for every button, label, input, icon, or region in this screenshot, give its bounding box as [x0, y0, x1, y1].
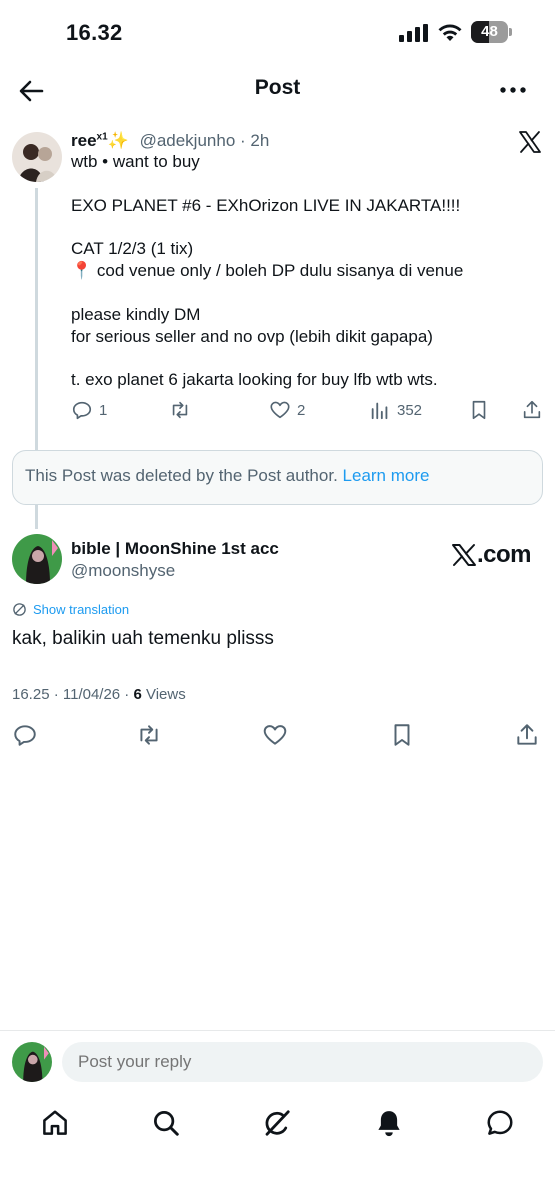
- view-count: 352: [397, 401, 423, 419]
- post-time[interactable]: 2h: [250, 131, 269, 150]
- reply-input[interactable]: [62, 1042, 543, 1082]
- reply-icon: [72, 401, 92, 420]
- post-text-line: wtb • want to buy: [71, 152, 200, 171]
- like-button[interactable]: 2: [269, 396, 305, 424]
- repost-button[interactable]: [136, 722, 164, 750]
- home-icon: [43, 1110, 67, 1135]
- status-time: 16.32: [66, 20, 123, 45]
- avatar[interactable]: [12, 132, 62, 182]
- author-handle[interactable]: @adekjunho: [140, 131, 236, 150]
- translate-label: Show translation: [33, 602, 130, 617]
- author-row: reex1✨ @adekjunho · 2h: [71, 131, 270, 150]
- nav-search[interactable]: [151, 1108, 183, 1140]
- x-com-watermark: .com: [451, 540, 535, 570]
- share-icon: [517, 724, 537, 745]
- thread-line: [35, 188, 38, 450]
- wifi-icon: [438, 24, 462, 41]
- main-post-actions: [12, 722, 543, 750]
- watermark-text: .com: [477, 541, 532, 568]
- learn-more-link[interactable]: Learn more: [343, 466, 430, 485]
- views-label: Views: [141, 686, 186, 703]
- header: Post: [0, 66, 555, 114]
- reply-bar: [0, 1030, 555, 1094]
- repost-icon: [140, 725, 158, 745]
- post-meta: 16.25 · 11/04/26 · 6 Views: [12, 686, 186, 703]
- heart-icon: [263, 725, 287, 745]
- post-text-line: EXO PLANET #6 - EXhOrizon LIVE IN JAKART…: [71, 196, 461, 215]
- post-text-line: for serious seller and no ovp (lebih dik…: [71, 327, 433, 346]
- author-name[interactable]: bible | MoonShine 1st acc: [71, 539, 279, 559]
- post-text-line: CAT 1/2/3 (1 tix): [71, 239, 194, 258]
- grok-icon: [265, 1110, 290, 1136]
- views-button[interactable]: 352: [369, 396, 422, 424]
- avatar: [12, 1042, 52, 1082]
- nav-messages[interactable]: [485, 1108, 517, 1140]
- bookmark-button[interactable]: [389, 722, 417, 750]
- thread-line: [35, 505, 38, 529]
- post-text-line: 📍 cod venue only / boleh DP dulu sisanya…: [71, 261, 464, 280]
- battery-icon: 48: [471, 21, 513, 43]
- author-name-suffix: x1: [96, 131, 108, 143]
- x-logo-icon: [452, 544, 476, 566]
- search-icon: [154, 1111, 179, 1136]
- reply-button[interactable]: 1: [71, 396, 107, 424]
- nav-home[interactable]: [40, 1108, 72, 1140]
- repost-button[interactable]: [169, 396, 197, 424]
- post-text: kak, balikin uah temenku plisss: [12, 628, 274, 649]
- nav-grok[interactable]: [262, 1108, 294, 1140]
- like-button[interactable]: [262, 722, 290, 750]
- author-name[interactable]: ree: [71, 131, 97, 150]
- translate-icon: [13, 603, 26, 616]
- repost-icon: [172, 401, 188, 419]
- sparkle-emoji: ✨: [107, 131, 129, 150]
- status-bar: 16.32 48: [0, 0, 555, 62]
- bottom-nav: [0, 1094, 555, 1200]
- share-icon: [523, 400, 541, 419]
- views-count: 6: [133, 686, 142, 703]
- post-timestamp[interactable]: 16.25 · 11/04/26 ·: [12, 686, 133, 703]
- x-logo-icon: [519, 131, 541, 153]
- heart-icon: [270, 401, 290, 419]
- like-count: 2: [297, 401, 306, 419]
- reply-count: 1: [99, 401, 108, 419]
- reply-icon: [14, 725, 36, 746]
- messages-icon: [487, 1110, 513, 1135]
- reply-button[interactable]: [12, 722, 40, 750]
- notifications-bell-icon: [378, 1111, 400, 1137]
- bookmark-icon: [472, 400, 486, 420]
- more-horizontal-icon[interactable]: [498, 78, 528, 102]
- bookmark-icon: [394, 724, 410, 746]
- share-button[interactable]: [521, 396, 549, 424]
- post-text-line: please kindly DM: [71, 305, 201, 324]
- post-text-line: t. exo planet 6 jakarta looking for buy …: [71, 370, 438, 389]
- cellular-signal-icon: [399, 24, 428, 42]
- share-button[interactable]: [514, 722, 542, 750]
- bar-chart-icon: [371, 402, 388, 420]
- author-handle[interactable]: @moonshyse: [71, 561, 175, 581]
- nav-notifications[interactable]: [374, 1108, 406, 1140]
- bookmark-button[interactable]: [468, 396, 496, 424]
- post-actions: 1 2 352: [71, 396, 546, 424]
- avatar[interactable]: [12, 534, 62, 584]
- deleted-post-notice: This Post was deleted by the Post author…: [12, 450, 543, 505]
- show-translation-link[interactable]: Show translation: [12, 602, 129, 617]
- battery-percent: 48: [481, 23, 498, 40]
- page-title: Post: [254, 76, 301, 99]
- deleted-notice-text: This Post was deleted by the Post author…: [25, 466, 338, 485]
